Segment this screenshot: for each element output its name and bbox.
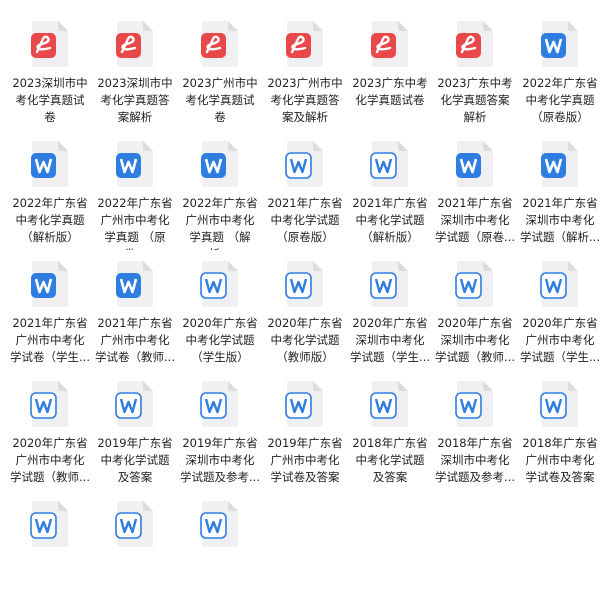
file-name: 2022年广东省中考化学真题 （原卷版） (522, 76, 598, 124)
word-file-icon (285, 261, 323, 307)
word-file-icon (30, 381, 68, 427)
file-grid: 2023深圳市中考化学真题试卷 2023深圳市中考化学真题答案解析 2023广州市中… (0, 0, 605, 547)
word-file-icon (541, 21, 578, 67)
file-item[interactable]: 2018年广东省中考化学试题及答案 (348, 365, 432, 490)
word-file-icon (116, 141, 153, 187)
file-item[interactable] (93, 485, 177, 610)
file-item[interactable]: 2023深圳市中考化学真题试卷 (8, 5, 92, 130)
file-name: 2019年广东省广州市中考化学试卷及答案 (267, 436, 343, 484)
word-file-icon (200, 261, 238, 307)
file-item[interactable]: 2020年广东省深圳市中考化学试题（教师... (433, 245, 517, 370)
word-file-icon (200, 381, 238, 427)
file-item[interactable]: 2023广东中考化学真题答案解析 (433, 5, 517, 130)
file-name: 2023深圳市中考化学真题答案解析 (97, 76, 173, 124)
file-name: 2021年广东省深圳市中考化学试题（原卷... (435, 196, 515, 244)
file-name: 2018年广东省中考化学试题及答案 (352, 436, 428, 484)
word-file-icon (370, 141, 408, 187)
word-file-icon (115, 381, 153, 427)
file-name: 2021年广东省中考化学试题（解析版） (352, 196, 428, 244)
file-item[interactable]: 2021年广东省广州市中考化学试卷（学生... (8, 245, 92, 370)
file-item[interactable]: 2021年广东省中考化学试题（原卷版） (263, 125, 347, 250)
file-name: 2020年广东省深圳市中考化学试题（教师... (435, 316, 515, 364)
word-file-icon (31, 141, 68, 187)
pdf-file-icon (371, 21, 408, 67)
file-item[interactable]: 2022年广东省中考化学真题 （解析版） (8, 125, 92, 250)
file-item[interactable]: 2019年广东省中考化学试题及答案 (93, 365, 177, 490)
word-file-icon (285, 381, 323, 427)
word-file-icon (455, 261, 493, 307)
file-name: 2023广州市中考化学真题试卷 (182, 76, 258, 124)
file-item[interactable]: 2023广州市中考化学真题试卷 (178, 5, 262, 130)
word-file-icon (541, 141, 578, 187)
file-item[interactable]: 2018年广东省广州市中考化学试卷及答案 (518, 365, 602, 490)
word-file-icon (370, 381, 408, 427)
file-name: 2020年广东省广州市中考化学试题（学生... (520, 316, 600, 364)
file-name: 2019年广东省中考化学试题及答案 (97, 436, 173, 484)
file-item[interactable]: 2023深圳市中考化学真题答案解析 (93, 5, 177, 130)
word-file-icon (115, 501, 153, 547)
word-file-icon (285, 141, 323, 187)
word-file-icon (370, 261, 408, 307)
file-item[interactable]: 2020年广东省中考化学试题（教师版） (263, 245, 347, 370)
file-name: 2020年广东省中考化学试题（学生版） (182, 316, 258, 364)
word-file-icon (30, 501, 68, 547)
file-name: 2023广东中考化学真题试卷 (352, 76, 428, 107)
pdf-file-icon (201, 21, 238, 67)
file-name: 2022年广东省广州市中考化学真题 （原卷... (97, 196, 173, 250)
word-file-icon (456, 141, 493, 187)
word-file-icon (540, 381, 578, 427)
file-item[interactable]: 2018年广东省深圳市中考化学试题及参考... (433, 365, 517, 490)
file-name: 2022年广东省广州市中考化学真题 （解析... (182, 196, 258, 250)
file-name: 2023广州市中考化学真题答案及解析 (267, 76, 343, 124)
file-item[interactable]: 2023广东中考化学真题试卷 (348, 5, 432, 130)
file-name: 2019年广东省深圳市中考化学试题及参考... (180, 436, 260, 484)
file-name: 2022年广东省中考化学真题 （解析版） (12, 196, 88, 244)
file-name: 2020年广东省广州市中考化学试题（教师... (10, 436, 90, 484)
file-item[interactable]: 2020年广东省中考化学试题（学生版） (178, 245, 262, 370)
pdf-file-icon (286, 21, 323, 67)
file-item[interactable]: 2020年广东省深圳市中考化学试题（学生... (348, 245, 432, 370)
file-item[interactable]: 2022年广东省广州市中考化学真题 （原卷... (93, 125, 177, 250)
file-name: 2018年广东省广州市中考化学试卷及答案 (522, 436, 598, 484)
file-item[interactable]: 2020年广东省广州市中考化学试题（学生... (518, 245, 602, 370)
file-item[interactable]: 2019年广东省深圳市中考化学试题及参考... (178, 365, 262, 490)
file-name: 2021年广东省中考化学试题（原卷版） (267, 196, 343, 244)
pdf-file-icon (31, 21, 68, 67)
file-item[interactable]: 2021年广东省中考化学试题（解析版） (348, 125, 432, 250)
word-file-icon (540, 261, 578, 307)
pdf-file-icon (456, 21, 493, 67)
file-item[interactable]: 2022年广东省广州市中考化学真题 （解析... (178, 125, 262, 250)
file-name: 2021年广东省深圳市中考化学试题（解析... (520, 196, 600, 244)
file-name: 2020年广东省中考化学试题（教师版） (267, 316, 343, 364)
pdf-file-icon (116, 21, 153, 67)
file-item[interactable]: 2021年广东省深圳市中考化学试题（原卷... (433, 125, 517, 250)
file-name: 2020年广东省深圳市中考化学试题（学生... (350, 316, 430, 364)
file-item[interactable]: 2019年广东省广州市中考化学试卷及答案 (263, 365, 347, 490)
file-name: 2023深圳市中考化学真题试卷 (12, 76, 88, 124)
file-item[interactable] (8, 485, 92, 610)
file-name: 2021年广东省广州市中考化学试卷（教师... (95, 316, 175, 364)
file-item[interactable]: 2021年广东省深圳市中考化学试题（解析... (518, 125, 602, 250)
word-file-icon (200, 501, 238, 547)
file-item[interactable]: 2020年广东省广州市中考化学试题（教师... (8, 365, 92, 490)
file-item[interactable]: 2023广州市中考化学真题答案及解析 (263, 5, 347, 130)
word-file-icon (201, 141, 238, 187)
file-item[interactable]: 2022年广东省中考化学真题 （原卷版） (518, 5, 602, 130)
file-name: 2018年广东省深圳市中考化学试题及参考... (435, 436, 515, 484)
file-name: 2023广东中考化学真题答案解析 (437, 76, 513, 124)
word-file-icon (455, 381, 493, 427)
file-item[interactable] (178, 485, 262, 610)
file-item[interactable]: 2021年广东省广州市中考化学试卷（教师... (93, 245, 177, 370)
word-file-icon (31, 261, 68, 307)
word-file-icon (116, 261, 153, 307)
file-name: 2021年广东省广州市中考化学试卷（学生... (10, 316, 90, 364)
